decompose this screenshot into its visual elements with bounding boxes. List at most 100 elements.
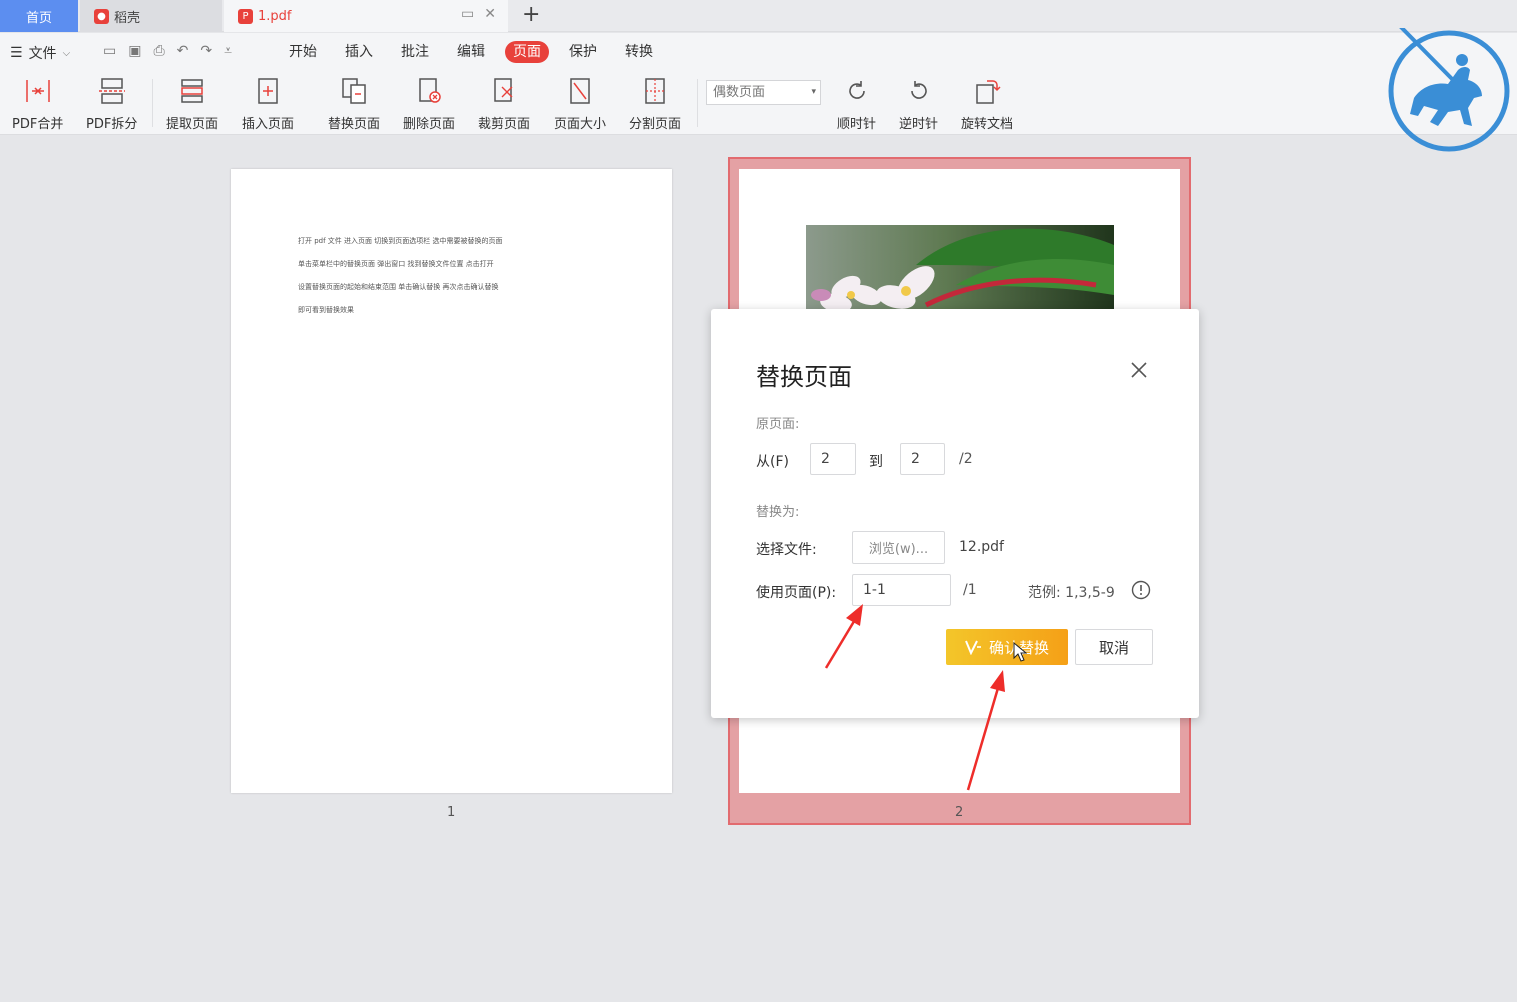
print-icon[interactable]: ⎙ [153, 43, 164, 59]
tab-edit[interactable]: 编辑 [449, 41, 493, 63]
tab-docer-label: 稻壳 [114, 10, 141, 26]
pin-icon[interactable]: ▭ [461, 6, 474, 22]
delete-page-icon [413, 75, 445, 107]
page-size-label: 页面大小 [554, 117, 607, 132]
add-tab-button[interactable]: + [522, 2, 540, 27]
crop-page-button[interactable]: 裁剪页面 [478, 75, 530, 132]
replace-with-section-label: 替换为: [756, 505, 800, 520]
dialog-title: 替换页面 [756, 363, 852, 391]
page-text-line: 即可看到替换效果 [298, 306, 354, 314]
from-page-input[interactable]: 2 [810, 443, 856, 475]
tab-bar: 首页 ● 稻壳 P 1.pdf ▭ ✕ + [0, 0, 1517, 32]
vip-icon [965, 640, 981, 655]
pdf-file-icon: P [238, 8, 253, 24]
ribbon-tabs: 开始 插入 批注 编辑 页面 保护 转换 [281, 41, 673, 63]
extract-page-label: 提取页面 [166, 117, 219, 132]
split-icon [96, 75, 128, 107]
total-pages: /2 [959, 451, 973, 467]
page-text-line: 设置替换页面的起始和结束范围 单击确认替换 再次点击确认替换 [298, 283, 499, 291]
page-size-icon [564, 75, 596, 107]
replace-page-label: 替换页面 [328, 117, 381, 132]
page-number-1: 1 [447, 805, 456, 820]
tab-docer[interactable]: ● 稻壳 [80, 0, 222, 32]
tab-home-label: 首页 [25, 10, 52, 26]
page-number-2: 2 [955, 805, 964, 820]
replace-page-icon [338, 75, 370, 107]
file-menu-label: 文件 [28, 46, 57, 62]
tab-home[interactable]: 首页 [0, 0, 78, 32]
save-icon[interactable]: ▣ [128, 43, 141, 59]
info-icon[interactable] [1131, 580, 1151, 600]
extract-page-icon [176, 75, 208, 107]
divide-page-icon [639, 75, 671, 107]
rotate-counterclockwise-label: 逆时针 [899, 117, 939, 132]
insert-page-button[interactable]: 插入页面 [242, 75, 294, 132]
tab-start[interactable]: 开始 [281, 41, 325, 63]
insert-page-label: 插入页面 [242, 117, 295, 132]
pdf-merge-button[interactable]: PDF合并 [12, 75, 63, 132]
quick-access: ▭ ▣ ⎙ ↶ ↷ ⩡ [103, 43, 232, 59]
docer-icon: ● [94, 8, 109, 24]
cancel-button[interactable]: 取消 [1075, 629, 1153, 665]
use-pages-label: 使用页面(P): [756, 585, 837, 601]
confirm-replace-button[interactable]: 确认替换 [946, 629, 1068, 665]
rotate-counterclockwise-button[interactable]: 逆时针 [899, 75, 938, 132]
page-range-select[interactable]: 偶数页面 ▾ [706, 80, 821, 105]
to-page-input[interactable]: 2 [900, 443, 945, 475]
redo-icon[interactable]: ↷ [200, 43, 212, 59]
close-tab-icon[interactable]: ✕ [484, 6, 496, 22]
rotate-clockwise-icon [841, 75, 873, 107]
pdf-split-button[interactable]: PDF拆分 [86, 75, 137, 132]
customize-icon[interactable]: ⩡ [224, 43, 232, 59]
toolbar: PDF合并 PDF拆分 提取页面 插入页面 替换页面 删除页面 裁剪页面 页面大… [0, 71, 1517, 135]
insert-page-icon [252, 75, 284, 107]
rotate-document-button[interactable]: 旋转文档 [961, 75, 1013, 132]
browse-button[interactable]: 浏览(w)... [852, 531, 945, 564]
divide-page-button[interactable]: 分割页面 [629, 75, 681, 132]
tab-convert[interactable]: 转换 [617, 41, 661, 63]
tab-annotate[interactable]: 批注 [393, 41, 437, 63]
tab-protect[interactable]: 保护 [561, 41, 605, 63]
use-pages-total: /1 [963, 582, 977, 598]
page-text-line: 打开 pdf 文件 进入页面 切换到页面选项栏 选中需要被替换的页面 [298, 237, 503, 245]
tab-page[interactable]: 页面 [505, 41, 549, 63]
open-folder-icon[interactable]: ▭ [103, 43, 116, 59]
rotate-counterclockwise-icon [903, 75, 935, 107]
pdf-split-label: PDF拆分 [86, 117, 138, 132]
channel-logo [1386, 22, 1512, 154]
menu-bar: ☰ 文件 ⌵ ▭ ▣ ⎙ ↶ ↷ ⩡ 开始 插入 批注 编辑 页面 保护 转换 [0, 33, 1517, 71]
undo-icon[interactable]: ↶ [177, 43, 189, 59]
page-range-value: 偶数页面 [713, 85, 766, 100]
merge-icon [22, 75, 54, 107]
original-page-section-label: 原页面: [756, 417, 800, 432]
use-pages-input[interactable]: 1-1 [852, 574, 951, 606]
flower-image [806, 225, 1114, 309]
rotate-clockwise-label: 顺时针 [837, 117, 877, 132]
file-menu[interactable]: ☰ 文件 ⌵ [10, 43, 70, 63]
pdf-merge-label: PDF合并 [12, 117, 64, 132]
example-hint: 范例: 1,3,5-9 [1028, 585, 1115, 601]
hamburger-icon: ☰ [10, 45, 23, 61]
rotate-clockwise-button[interactable]: 顺时针 [837, 75, 876, 132]
rotate-document-icon [971, 75, 1003, 107]
tab-pdf-document[interactable]: P 1.pdf ▭ ✕ [224, 0, 508, 32]
extract-page-button[interactable]: 提取页面 [166, 75, 218, 132]
chevron-down-icon: ⌵ [62, 47, 71, 59]
tab-pdf-label: 1.pdf [258, 8, 292, 24]
toolbar-divider [152, 79, 153, 127]
page-size-button[interactable]: 页面大小 [554, 75, 606, 132]
mouse-cursor-icon [1013, 642, 1027, 662]
to-label: 到 [869, 454, 883, 470]
crop-page-label: 裁剪页面 [478, 117, 531, 132]
delete-page-button[interactable]: 删除页面 [403, 75, 455, 132]
choose-file-label: 选择文件: [756, 542, 817, 558]
replace-page-button[interactable]: 替换页面 [328, 75, 380, 132]
delete-page-label: 删除页面 [403, 117, 456, 132]
toolbar-divider [697, 79, 698, 127]
crop-page-icon [488, 75, 520, 107]
page-thumbnail-1[interactable]: 打开 pdf 文件 进入页面 切换到页面选项栏 选中需要被替换的页面 单击菜单栏… [231, 169, 672, 793]
close-icon[interactable] [1130, 361, 1148, 379]
tab-insert[interactable]: 插入 [337, 41, 381, 63]
rotate-document-label: 旋转文档 [961, 117, 1014, 132]
selected-file-name: 12.pdf [959, 539, 1004, 555]
